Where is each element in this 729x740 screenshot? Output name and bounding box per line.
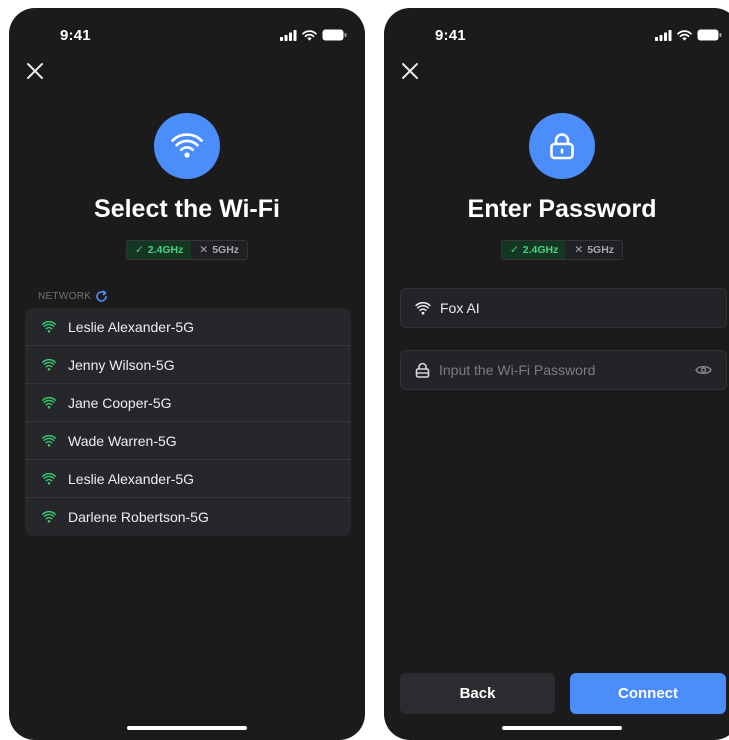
wifi-icon	[42, 358, 56, 371]
network-name: Jane Cooper-5G	[68, 394, 172, 411]
status-bar: 9:41	[9, 8, 365, 52]
band-chip-24ghz[interactable]: ✓ 2.4GHz	[126, 241, 192, 259]
status-icons	[655, 29, 722, 41]
select-wifi-screen: 9:41 Select the Wi-Fi ✓ 2.4GHz ✕ 5GHz NE…	[9, 8, 365, 740]
wifi-icon	[42, 396, 56, 409]
page-title: Select the Wi-Fi	[94, 195, 280, 223]
battery-icon	[322, 29, 347, 41]
close-icon[interactable]	[400, 61, 420, 81]
page-title: Enter Password	[467, 195, 657, 223]
password-input[interactable]	[439, 362, 695, 378]
ssid-value: Fox AI	[440, 300, 480, 316]
eye-icon[interactable]	[695, 364, 712, 376]
enter-password-screen: 9:41 Enter Password ✓ 2.4GHz ✕ 5GHz Fox …	[384, 8, 729, 740]
network-section-label: NETWORK	[38, 290, 108, 303]
wifi-status-icon	[677, 29, 692, 41]
wifi-icon	[42, 472, 56, 485]
list-item[interactable]: Leslie Alexander-5G	[25, 460, 351, 498]
list-item[interactable]: Wade Warren-5G	[25, 422, 351, 460]
band-selector: ✓ 2.4GHz ✕ 5GHz	[125, 240, 249, 260]
wifi-icon	[415, 301, 431, 315]
wifi-icon	[42, 511, 56, 523]
wifi-icon	[171, 133, 203, 158]
cellular-signal-icon	[280, 29, 297, 41]
band-chip-24ghz[interactable]: ✓ 2.4GHz	[501, 241, 567, 259]
band-label: 5GHz	[212, 244, 240, 256]
cross-icon: ✕	[574, 244, 584, 256]
cellular-signal-icon	[655, 29, 672, 41]
list-item[interactable]: Darlene Robertson-5G	[25, 498, 351, 536]
wifi-hero-icon	[154, 113, 220, 179]
check-icon: ✓	[134, 244, 144, 256]
home-indicator[interactable]	[502, 726, 622, 730]
back-button[interactable]: Back	[400, 673, 555, 714]
status-time: 9:41	[60, 27, 91, 44]
list-item[interactable]: Leslie Alexander-5G	[25, 308, 351, 346]
network-name: Jenny Wilson-5G	[68, 356, 175, 373]
status-icons	[280, 29, 347, 41]
lock-icon	[415, 362, 430, 378]
password-field[interactable]	[400, 350, 727, 390]
lock-icon	[550, 133, 574, 160]
network-name: Leslie Alexander-5G	[68, 318, 195, 335]
network-list: Leslie Alexander-5G Jenny Wilson-5G Jane…	[25, 308, 351, 536]
network-name: Wade Warren-5G	[68, 432, 177, 449]
list-item[interactable]: Jenny Wilson-5G	[25, 346, 351, 384]
status-bar: 9:41	[384, 8, 729, 52]
close-icon[interactable]	[25, 61, 45, 81]
network-name: Darlene Robertson-5G	[68, 509, 209, 525]
band-chip-5ghz[interactable]: ✕ 5GHz	[191, 241, 248, 259]
band-chip-5ghz[interactable]: ✕ 5GHz	[566, 241, 623, 259]
cross-icon: ✕	[199, 244, 209, 256]
refresh-icon[interactable]	[95, 290, 108, 303]
network-name: Leslie Alexander-5G	[68, 470, 195, 487]
band-label: 5GHz	[587, 244, 615, 256]
ssid-field[interactable]: Fox AI	[400, 288, 727, 328]
check-icon: ✓	[509, 244, 519, 256]
list-item[interactable]: Jane Cooper-5G	[25, 384, 351, 422]
status-time: 9:41	[435, 27, 466, 44]
battery-icon	[697, 29, 722, 41]
wifi-icon	[42, 434, 56, 447]
lock-hero-icon	[529, 113, 595, 179]
band-label: 2.4GHz	[147, 244, 184, 256]
wifi-status-icon	[302, 29, 317, 41]
network-label-text: NETWORK	[38, 291, 92, 302]
band-selector: ✓ 2.4GHz ✕ 5GHz	[500, 240, 624, 260]
band-label: 2.4GHz	[522, 244, 559, 256]
wifi-icon	[42, 320, 56, 333]
connect-button[interactable]: Connect	[570, 673, 726, 714]
home-indicator[interactable]	[127, 726, 247, 730]
